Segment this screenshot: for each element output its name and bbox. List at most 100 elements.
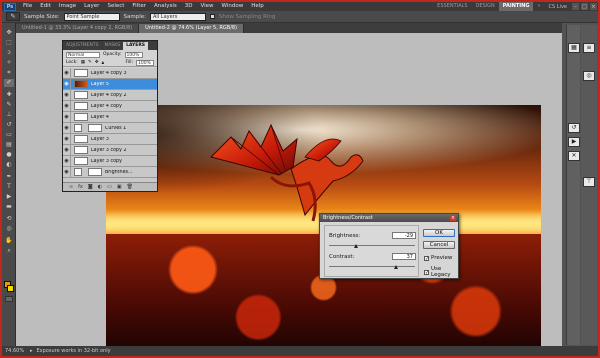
sample-size-select[interactable]: Point Sample — [63, 12, 120, 21]
layer-row-selected[interactable]: ◉ Layer 5 — [63, 78, 157, 90]
eraser-tool-icon[interactable]: ▭ — [4, 131, 14, 139]
history-panel-icon[interactable]: ↺ — [568, 123, 580, 133]
zoom-tool-icon[interactable]: ⌕ — [4, 247, 14, 255]
lock-position-icon[interactable]: ✥ — [95, 60, 99, 65]
healing-tool-icon[interactable]: ✚ — [4, 91, 14, 99]
layer-row[interactable]: ◉ Layer 4 copy — [63, 100, 157, 112]
brightness-slider-track[interactable] — [329, 245, 415, 246]
actions-panel-icon[interactable]: ▶ — [568, 137, 580, 147]
layer-row[interactable]: ◉ Layer 3 — [63, 133, 157, 145]
tab-untitled-2[interactable]: Untitled-2 @ 74.6% (Layer 5, RGB/8) — [139, 24, 245, 33]
link-layers-icon[interactable]: ∞ — [69, 184, 73, 190]
cancel-button[interactable]: Cancel — [423, 241, 455, 249]
menu-layer[interactable]: Layer — [80, 2, 103, 11]
tab-untitled-1[interactable]: Untitled-1 @ 33.3% (Layer 4 copy 2, RGB/… — [16, 24, 140, 33]
path-select-tool-icon[interactable]: ▶ — [4, 193, 14, 201]
layer-row[interactable]: ◉ Layer 3 copy — [63, 155, 157, 167]
brightness-input[interactable]: -29 — [392, 232, 416, 239]
menu-window[interactable]: Window — [218, 2, 248, 11]
zoom-level[interactable]: 74.60% — [2, 348, 30, 354]
trash-icon[interactable]: 🗑︎ — [127, 184, 133, 190]
menu-help[interactable]: Help — [247, 2, 268, 11]
tool-presets-icon[interactable]: ✕ — [568, 151, 580, 161]
tab-layers[interactable]: LAYERS — [123, 42, 149, 50]
shape-tool-icon[interactable]: ▬ — [4, 203, 14, 211]
menu-analysis[interactable]: Analysis — [150, 2, 181, 11]
tab-adjustments[interactable]: ADJUSTMENTS — [63, 42, 101, 50]
menu-filter[interactable]: Filter — [128, 2, 150, 11]
use-legacy-checkbox[interactable]: ✓ — [424, 269, 429, 275]
history-brush-tool-icon[interactable]: ↺ — [4, 121, 14, 129]
add-mask-icon[interactable]: ◙ — [88, 184, 93, 190]
gradient-tool-icon[interactable]: ▤ — [4, 141, 14, 149]
new-layer-icon[interactable]: ▣ — [117, 184, 122, 190]
visibility-eye-icon[interactable]: ◉ — [63, 67, 71, 79]
workspace-painting[interactable]: PAINTING — [498, 2, 534, 11]
sampling-ring-checkbox[interactable] — [210, 14, 215, 19]
visibility-eye-icon[interactable]: ◉ — [63, 100, 71, 112]
clone-source-icon[interactable]: ◎ — [583, 71, 595, 81]
layer-row[interactable]: ◉ Curves 1 — [63, 122, 157, 134]
brightness-slider-thumb[interactable] — [354, 244, 358, 248]
layer-row[interactable]: ◉ Layer 4 copy 3 — [63, 67, 157, 79]
quick-select-tool-icon[interactable]: ✧ — [4, 59, 14, 67]
menu-edit[interactable]: Edit — [36, 2, 55, 11]
group-icon[interactable]: ▭ — [107, 184, 112, 190]
type-tool-icon[interactable]: T — [4, 183, 14, 191]
sample-select[interactable]: All Layers — [150, 12, 206, 21]
dialog-title[interactable]: Brightness/Contrast — [320, 214, 458, 222]
preview-checkbox[interactable]: ✓ — [424, 255, 429, 261]
menu-file[interactable]: File — [19, 2, 36, 11]
maximize-icon[interactable]: □ — [581, 3, 588, 10]
visibility-eye-icon[interactable]: ◉ — [63, 78, 71, 90]
close-icon[interactable]: × — [590, 3, 597, 10]
visibility-eye-icon[interactable]: ◉ — [63, 144, 71, 156]
opacity-input[interactable]: 100% — [124, 51, 143, 58]
ok-button[interactable]: OK — [423, 229, 455, 237]
dialog-close-icon[interactable]: × — [450, 215, 456, 221]
character-panel-icon[interactable]: ⊤ — [583, 177, 595, 187]
fill-input[interactable]: 100% — [136, 59, 154, 66]
menu-view[interactable]: View — [196, 2, 217, 11]
3d-orbit-tool-icon[interactable]: ◎ — [4, 225, 14, 233]
crop-tool-icon[interactable]: ⌗ — [4, 69, 14, 77]
visibility-eye-icon[interactable]: ◉ — [63, 166, 71, 178]
menu-select[interactable]: Select — [103, 2, 128, 11]
cs-live-button[interactable]: CS Live — [545, 4, 571, 10]
eyedropper-tool-icon[interactable]: ✐ — [4, 79, 14, 87]
layer-row[interactable]: ◉ Layer 4 copy 2 — [63, 89, 157, 101]
layer-style-icon[interactable]: fx — [78, 184, 83, 190]
brush-panel-icon[interactable]: ≡ — [583, 43, 595, 53]
blend-mode-select[interactable]: Normal — [66, 51, 100, 58]
tab-masks[interactable]: MASKS — [101, 42, 123, 50]
layer-row[interactable]: ◉ Layer 4 — [63, 111, 157, 123]
layer-row[interactable]: ◉ Layer 3 copy 2 — [63, 144, 157, 156]
dodge-tool-icon[interactable]: ◐ — [4, 161, 14, 169]
eyedropper-icon[interactable]: ✎ — [6, 12, 20, 21]
visibility-eye-icon[interactable]: ◉ — [63, 122, 71, 134]
visibility-eye-icon[interactable]: ◉ — [63, 133, 71, 145]
layer-row[interactable]: ◉ Brightnes... — [63, 166, 157, 178]
workspace-essentials[interactable]: ESSENTIALS — [433, 2, 471, 11]
lock-paint-icon[interactable]: ✎ — [88, 60, 92, 65]
hand-tool-icon[interactable]: ✋ — [4, 237, 14, 245]
visibility-eye-icon[interactable]: ◉ — [63, 89, 71, 101]
marquee-tool-icon[interactable]: ⬚ — [4, 39, 14, 47]
pen-tool-icon[interactable]: ✒ — [4, 173, 14, 181]
contrast-input[interactable]: 37 — [392, 253, 416, 260]
lasso-tool-icon[interactable]: ↄ — [4, 49, 14, 57]
lock-all-icon[interactable]: 🔒︎ — [102, 60, 104, 66]
minimize-icon[interactable]: – — [572, 3, 579, 10]
workspace-menu-icon[interactable]: » — [533, 2, 544, 11]
menu-image[interactable]: Image — [55, 2, 80, 11]
contrast-slider-track[interactable] — [329, 266, 415, 267]
visibility-eye-icon[interactable]: ◉ — [63, 111, 71, 123]
color-panel-icon[interactable]: ▦ — [568, 43, 580, 53]
visibility-eye-icon[interactable]: ◉ — [63, 155, 71, 167]
brush-tool-icon[interactable]: ✎ — [4, 101, 14, 109]
lock-pixels-icon[interactable]: ▦ — [81, 60, 85, 65]
move-tool-icon[interactable]: ✥ — [4, 29, 14, 37]
blur-tool-icon[interactable]: ● — [4, 151, 14, 159]
workspace-design[interactable]: DESIGN — [472, 2, 499, 11]
background-color-swatch[interactable] — [7, 285, 14, 292]
